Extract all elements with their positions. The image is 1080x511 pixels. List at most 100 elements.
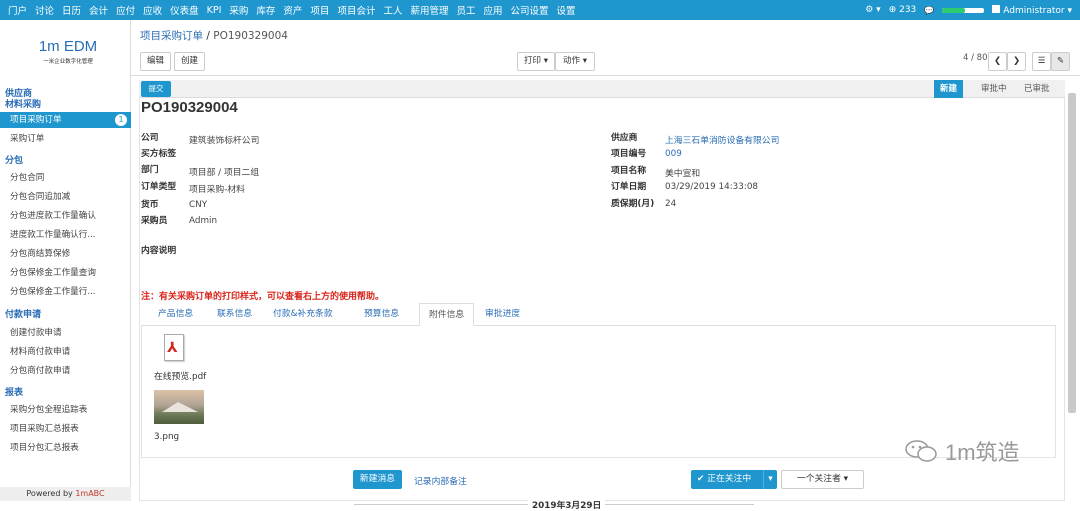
field-value[interactable]: 009 — [665, 149, 682, 159]
sidebar-item[interactable]: 进度款工作量确认行... — [10, 228, 96, 240]
following-button[interactable]: ✔ 正在关注中 ▾ — [691, 470, 777, 489]
status-bar: 提交 新建 审批中 已审批 — [139, 80, 1065, 98]
sidebar-item[interactable]: 分包保修金工作量查询 — [10, 266, 96, 278]
image-thumbnail[interactable] — [154, 390, 204, 424]
status-step-approved[interactable]: 已审批 — [1018, 80, 1056, 98]
prev-record-button[interactable]: ❮ — [988, 52, 1007, 71]
record-title: PO190329004 — [141, 99, 238, 116]
top-menu-item[interactable]: 资产 — [279, 3, 306, 17]
field-value[interactable]: 上海三石单消防设备有限公司 — [665, 133, 779, 146]
sidebar-item[interactable]: 分包合同追加减 — [10, 190, 70, 202]
top-menu-item[interactable]: 工人 — [379, 3, 406, 17]
wechat-icon — [905, 440, 937, 462]
field-label: 质保期(月) — [611, 199, 655, 209]
top-menu-item[interactable]: 仪表盘 — [166, 3, 203, 17]
logo-title: 1m EDM — [38, 38, 98, 55]
top-menu-item[interactable]: 项目会计 — [333, 3, 379, 17]
pdf-icon[interactable]: ⅄ — [164, 334, 184, 361]
sidebar-item[interactable]: 分包商付款申请 — [10, 364, 70, 376]
top-menu-item[interactable]: 门户 — [4, 3, 31, 17]
top-menu-item[interactable]: 设置 — [553, 3, 580, 17]
sidebar-item[interactable]: 项目分包汇总报表 — [10, 441, 79, 453]
submit-button[interactable]: 提交 — [141, 81, 171, 97]
sidebar-item[interactable]: 分包保修金工作量行... — [10, 285, 96, 297]
followers-dropdown[interactable]: 一个关注者 ▾ — [781, 470, 864, 489]
sidebar-item[interactable]: 采购订单 — [10, 132, 44, 144]
log-note-link[interactable]: 记录内部备注 — [414, 474, 467, 487]
notification-count[interactable]: ⊕ 233 — [889, 5, 917, 15]
print-button[interactable]: 打印 ▾ — [517, 52, 555, 71]
watermark: 1m筑造 — [903, 435, 1043, 467]
sidebar-item[interactable]: 分包商结算保修 — [10, 247, 70, 259]
attachment-name[interactable]: 在线预览.pdf — [154, 369, 206, 382]
sidebar-item[interactable]: 分包合同 — [10, 171, 44, 183]
tab-item[interactable]: 审批进度 — [476, 303, 529, 326]
top-menu-item[interactable]: 应付 — [112, 3, 139, 17]
print-help-note: 注：有关采购订单的打印样式，可以查看右上方的使用帮助。 — [141, 292, 385, 302]
top-menu-item[interactable]: 库存 — [252, 3, 279, 17]
action-button[interactable]: 动作 ▾ — [555, 52, 595, 71]
next-record-button[interactable]: ❯ — [1007, 52, 1026, 71]
pager-counter: 4 / 80 — [963, 53, 988, 63]
top-menu-item[interactable]: 公司设置 — [507, 3, 553, 17]
sidebar-item[interactable]: 分包进度款工作量确认 — [10, 209, 96, 221]
sidebar-item[interactable]: 创建付款申请 — [10, 326, 62, 338]
field-value[interactable]: 项目部 / 项目二组 — [189, 165, 259, 178]
status-step-approving[interactable]: 审批中 — [975, 80, 1013, 98]
top-menu-item[interactable]: 日历 — [58, 3, 85, 17]
scrollbar[interactable] — [1068, 93, 1076, 413]
sidebar-item-active[interactable]: 项目采购订单 1 — [0, 112, 131, 128]
attachment-name[interactable]: 3.png — [154, 432, 179, 442]
field-value[interactable]: 美中宣和 — [665, 166, 700, 179]
top-menu-item[interactable]: 薪用管理 — [406, 3, 452, 17]
field-value[interactable]: 项目采购-材料 — [189, 182, 245, 195]
sidebar-item[interactable]: 项目采购汇总报表 — [10, 422, 79, 434]
tab-item[interactable]: 附件信息 — [419, 303, 475, 326]
sidebar: 1m EDM 一米企业数字化管理 供应商 材料采购 项目采购订单 1 采购订单 分包 分包合… — [0, 20, 131, 501]
field-label: 订单日期 — [611, 182, 647, 192]
field-value[interactable]: 24 — [665, 199, 676, 209]
top-menu-item[interactable]: 员工 — [452, 3, 479, 17]
top-menu-item[interactable]: 应收 — [139, 3, 166, 17]
field-label: 买方标签 — [141, 149, 177, 159]
create-button[interactable]: 创建 — [174, 52, 205, 71]
powered-by: Powered by 1mABC — [0, 487, 131, 501]
field-value[interactable]: 建筑装饰标杆公司 — [189, 133, 259, 146]
user-menu[interactable]: Administrator ▾ — [992, 4, 1072, 16]
top-menu-item[interactable]: KPI — [203, 5, 226, 16]
top-menu-item[interactable]: 讨论 — [31, 3, 58, 17]
top-menu-item[interactable]: 应用 — [480, 3, 507, 17]
breadcrumb-parent[interactable]: 项目采购订单 — [140, 30, 203, 42]
tab-item[interactable]: 联系信息 — [208, 303, 261, 326]
field-value[interactable]: 03/29/2019 14:33:08 — [665, 182, 758, 192]
field-value[interactable]: Admin — [189, 216, 217, 226]
form-view-icon[interactable]: ✎ — [1051, 52, 1070, 71]
field-value[interactable]: CNY — [189, 200, 207, 210]
tab-item[interactable]: 产品信息 — [149, 303, 202, 326]
sidebar-section-header[interactable]: 分包 — [5, 153, 23, 166]
settings-gear-icon[interactable]: ⚙ ▾ — [865, 5, 880, 15]
caret-down-icon[interactable]: ▾ — [763, 470, 777, 489]
edit-button[interactable]: 编辑 — [140, 52, 171, 71]
status-progress-bar — [942, 7, 985, 13]
sidebar-section-header[interactable]: 报表 — [5, 385, 23, 398]
powered-by-link[interactable]: 1mABC — [75, 489, 104, 498]
list-view-icon[interactable]: ☰ — [1032, 52, 1051, 71]
sidebar-section-header[interactable]: 材料采购 — [5, 97, 41, 110]
top-menu-item[interactable]: 采购 — [225, 3, 252, 17]
field-label: 公司 — [141, 133, 159, 143]
sidebar-item[interactable]: 采购分包全程追踪表 — [10, 403, 87, 415]
breadcrumb-current: PO190329004 — [213, 30, 288, 42]
sidebar-badge: 1 — [115, 114, 127, 126]
new-message-button[interactable]: 新建消息 — [353, 470, 402, 489]
top-menu-item[interactable]: 会计 — [85, 3, 112, 17]
chat-icon[interactable]: 💬 — [924, 6, 934, 15]
breadcrumb: 项目采购订单 / PO190329004 — [140, 28, 288, 43]
tab-item[interactable]: 预算信息 — [355, 303, 408, 326]
tab-item[interactable]: 付款&补充条款 — [264, 303, 342, 326]
top-menu-item[interactable]: 项目 — [306, 3, 333, 17]
field-label: 订单类型 — [141, 182, 177, 192]
sidebar-item[interactable]: 材料商付款申请 — [10, 345, 70, 357]
status-step-new[interactable]: 新建 — [934, 80, 964, 98]
sidebar-section-header[interactable]: 付款申请 — [5, 307, 41, 320]
